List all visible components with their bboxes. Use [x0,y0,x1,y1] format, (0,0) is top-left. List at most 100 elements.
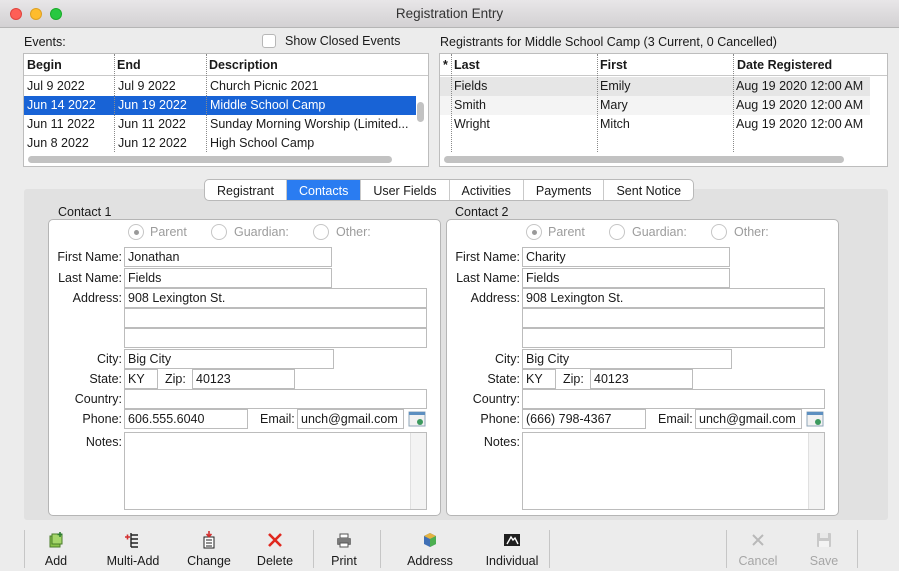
column-header-begin[interactable]: Begin [27,58,62,72]
contact-1-city-field[interactable]: Big City [124,349,334,369]
contact-2-email-field[interactable]: unch@gmail.com [695,409,802,429]
contact-2-title: Contact 2 [455,205,509,219]
change-button[interactable]: Change [183,527,235,571]
events-horizontal-scrollbar[interactable] [28,156,392,163]
tab-contacts[interactable]: Contacts [286,180,362,200]
column-header-first[interactable]: First [600,58,627,72]
events-row[interactable]: Jul 9 2022 Jul 9 2022 Church Picnic 2021 [24,77,416,96]
tab-payments[interactable]: Payments [524,180,605,200]
events-vertical-scrollbar[interactable] [417,102,424,122]
contact-2-phone-field[interactable]: (666) 798-4367 [522,409,646,429]
events-row[interactable]: Jun 11 2022 Jun 11 2022 Sunday Morning W… [24,115,416,134]
tab-user-fields[interactable]: User Fields [361,180,450,200]
last-name-label: Last Name: [456,271,520,285]
registrants-row[interactable]: Wright Mitch Aug 19 2020 12:00 AM [440,115,870,134]
column-header-date-registered[interactable]: Date Registered [737,58,832,72]
add-icon [49,532,63,548]
contact-2-first-name-field[interactable]: Charity [522,247,730,267]
contact-2-city-field[interactable]: Big City [522,349,732,369]
registrant-last: Smith [454,98,486,112]
event-description: Church Picnic 2021 [210,79,319,93]
add-button[interactable]: Add [30,527,82,571]
cancel-button[interactable]: Cancel [732,527,784,571]
event-end: Jun 11 2022 [118,117,186,131]
delete-icon [268,533,282,547]
address-book-icon [424,533,436,547]
contact-1-group: Parent Guardian: Other: First Name: Jona… [48,219,441,516]
contact-2-country-field[interactable] [522,389,825,409]
contact-2-other-label[interactable]: Other: [734,225,769,239]
column-header-last[interactable]: Last [454,58,480,72]
toolbar-divider [24,530,25,568]
contact-1-address-line-1[interactable]: 908 Lexington St. [124,288,427,308]
contact-1-other-label[interactable]: Other: [336,225,371,239]
contact-1-email-field[interactable]: unch@gmail.com [297,409,404,429]
send-email-icon[interactable] [806,410,824,428]
individual-icon [504,534,520,546]
registrants-row[interactable]: Fields Emily Aug 19 2020 12:00 AM [440,77,870,96]
city-label: City: [97,352,122,366]
contact-1-parent-label[interactable]: Parent [150,225,187,239]
contact-1-zip-field[interactable]: 40123 [192,369,295,389]
multi-add-button-label: Multi-Add [106,554,160,568]
events-row[interactable]: Jun 8 2022 Jun 12 2022 High School Camp [24,134,416,153]
address-button[interactable]: Address [398,527,462,571]
registrants-table[interactable]: * Last First Date Registered Fields Emil… [439,53,888,167]
contact-2-notes-field[interactable] [522,432,825,510]
tab-activities[interactable]: Activities [450,180,524,200]
contact-1-notes-field[interactable] [124,432,427,510]
contact-2-last-name-field[interactable]: Fields [522,268,730,288]
contact-2-other-radio[interactable] [711,224,727,240]
events-table[interactable]: Begin End Description Jul 9 2022 Jul 9 2… [23,53,429,167]
contact-1-last-name-field[interactable]: Fields [124,268,332,288]
contact-1-guardian-label[interactable]: Guardian: [234,225,289,239]
bottom-toolbar: Add Multi-Add Change Delete Print Addres… [0,527,899,571]
column-header-end[interactable]: End [117,58,141,72]
contact-2-guardian-label[interactable]: Guardian: [632,225,687,239]
contact-1-first-name-field[interactable]: Jonathan [124,247,332,267]
tab-registrant[interactable]: Registrant [205,180,287,200]
show-closed-events-label[interactable]: Show Closed Events [285,34,400,48]
contact-1-other-radio[interactable] [313,224,329,240]
print-button[interactable]: Print [320,527,368,571]
first-name-label: First Name: [455,250,520,264]
registrant-first: Mary [600,98,628,112]
contact-2-address-line-3[interactable] [522,328,825,348]
contact-2-parent-radio[interactable] [526,224,542,240]
notes-scrollbar[interactable] [808,433,824,509]
contact-1-address-line-3[interactable] [124,328,427,348]
email-label: Email: [260,412,295,426]
show-closed-events-checkbox[interactable] [262,34,276,48]
address-label: Address: [470,291,520,305]
contact-2-address-line-2[interactable] [522,308,825,328]
delete-button[interactable]: Delete [249,527,301,571]
individual-button-label: Individual [485,554,539,568]
event-description: High School Camp [210,136,315,150]
events-row-selected[interactable]: Jun 14 2022 Jun 19 2022 Middle School Ca… [24,96,416,115]
contact-1-parent-radio[interactable] [128,224,144,240]
column-header-description[interactable]: Description [209,58,278,72]
contact-2-zip-field[interactable]: 40123 [590,369,693,389]
registrants-horizontal-scrollbar[interactable] [444,156,844,163]
address-button-label: Address [407,554,453,568]
contact-2-guardian-radio[interactable] [609,224,625,240]
tab-sent-notice[interactable]: Sent Notice [604,180,693,200]
contact-1-state-field[interactable]: KY [124,369,158,389]
contact-1-address-line-2[interactable] [124,308,427,328]
registrant-date: Aug 19 2020 12:00 AM [736,117,864,131]
country-label: Country: [472,392,520,406]
contact-1-phone-field[interactable]: 606.555.6040 [124,409,248,429]
contact-2-address-line-1[interactable]: 908 Lexington St. [522,288,825,308]
event-begin: Jun 8 2022 [27,136,89,150]
column-header-flag[interactable]: * [443,58,448,72]
contact-2-state-field[interactable]: KY [522,369,556,389]
contact-1-guardian-radio[interactable] [211,224,227,240]
individual-button[interactable]: Individual [476,527,548,571]
save-button[interactable]: Save [798,527,850,571]
contact-1-country-field[interactable] [124,389,427,409]
contact-2-parent-label[interactable]: Parent [548,225,585,239]
multi-add-button[interactable]: Multi-Add [96,527,170,571]
title-bar[interactable]: Registration Entry [0,0,899,28]
registrant-first: Mitch [600,117,630,131]
registrants-row[interactable]: Smith Mary Aug 19 2020 12:00 AM [440,96,870,115]
